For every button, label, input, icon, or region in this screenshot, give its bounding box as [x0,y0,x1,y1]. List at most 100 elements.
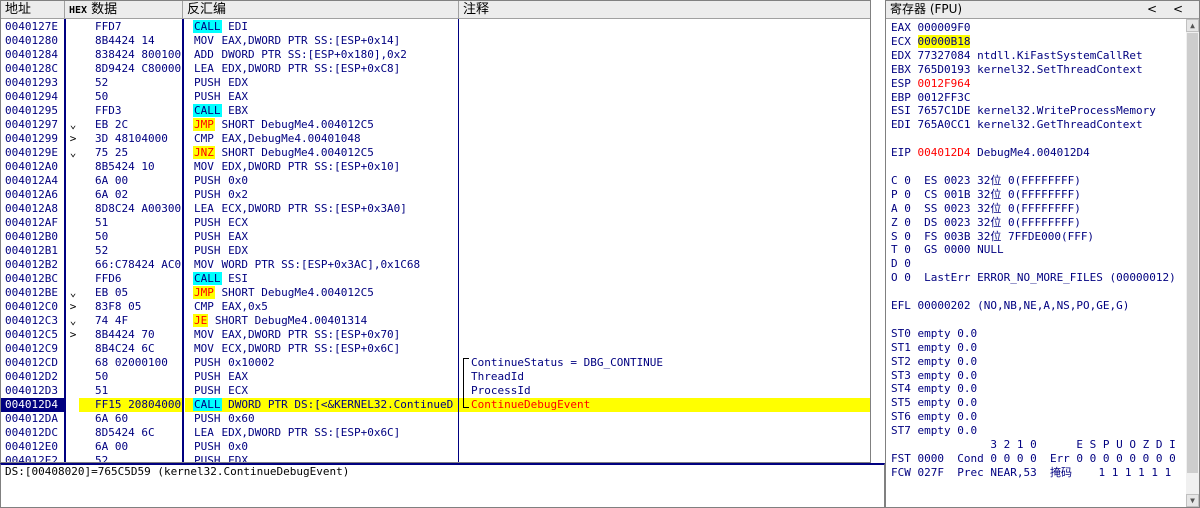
column-header-hex[interactable]: HEX 数据 [65,1,183,18]
register-text: C 0 ES 0023 32 [891,173,991,187]
disassembly-row[interactable]: 004012AF 51 PUSH ECX [1,216,870,230]
register-line[interactable]: EBP 0012FF3C [891,91,970,105]
address-cell: 00401293 [5,76,58,89]
disassembly-row[interactable]: 004012C9 8B4C24 6C MOV ECX,DWORD PTR SS:[E… [1,342,870,356]
operands: 0x0 [221,440,248,453]
disassembly-row[interactable]: 004012A0 8B5424 10 MOV EDX,DWORD PTR SS:[E… [1,160,870,174]
next-view-button[interactable]: < [1168,1,1188,18]
disassembly-row[interactable]: 004012B0 50 PUSH EAX [1,230,870,244]
jump-marker [67,76,79,90]
register-text: ST6 empty 0.0 [891,410,978,424]
operands: EAX,DWORD PTR SS:[ESP+0x14] [214,34,401,47]
column-header-disassembly[interactable]: 反汇编 [183,1,459,18]
register-line[interactable]: A 0 SS 0023 32位 0(FFFFFFFF) [891,202,1081,216]
address-cell: 00401295 [5,104,58,117]
mnemonic: JMP [193,118,215,131]
register-line[interactable]: EDX 77327084 ntdll.KiFastSystemCallRet [891,49,1143,63]
register-line[interactable]: Z 0 DS 0023 32位 0(FFFFFFFF) [891,216,1081,230]
disassembly-row[interactable]: 004012A6 6A 02 PUSH 0x2 [1,188,870,202]
registers-pane[interactable]: 寄存器 (FPU) < < ▲ ▼ EAX 000009F0 ECX 00000B… [885,0,1200,508]
disassembly-row[interactable]: 00401293 52 PUSH EDX [1,76,870,90]
register-line[interactable]: EDI 765A0CC1 kernel32.GetThreadContext [891,118,1143,132]
register-line[interactable]: 3 2 1 0 E S P U O Z D I [891,438,1175,452]
register-line[interactable]: D 0 [891,257,911,271]
register-line[interactable]: ESI 7657C1DE kernel32.WriteProcessMemory [891,104,1156,118]
mnemonic: MOV [194,160,214,173]
disassembly-row[interactable]: 004012CD 68 02000100 PUSH 0x10002 ContinueS… [1,356,870,370]
scroll-down-arrow-icon[interactable]: ▼ [1186,494,1199,507]
disassembly-row[interactable]: 004012DA 6A 60 PUSH 0x60 [1,412,870,426]
scroll-thumb[interactable] [1187,33,1198,473]
disassembly-row[interactable]: 004012BC FFD6 CALL ESI [1,272,870,286]
disassembly-row[interactable]: 00401295 FFD3 CALL EBX [1,104,870,118]
disassembly-row[interactable]: 004012A8 8D8C24 A00300 LEA ECX,DWORD PTR S… [1,202,870,216]
disassembly-row[interactable]: 004012C0 >83F8 05 CMP EAX,0x5 [1,300,870,314]
operands: 0x2 [221,188,248,201]
disassembly-row[interactable]: 004012D2 50 PUSH EAX ThreadId [1,370,870,384]
operands: EDX,DWORD PTR SS:[ESP+0x10] [214,160,401,173]
disassembly-row[interactable]: 004012D3 51 PUSH ECX ProcessId [1,384,870,398]
register-line[interactable]: ST5 empty 0.0 [891,396,977,410]
register-line[interactable]: EFL 00000202 (NO,NB,NE,A,NS,PO,GE,G) [891,299,1129,313]
register-line[interactable]: ST0 empty 0.0 [891,327,977,341]
register-line[interactable]: EBX 765D0193 kernel32.SetThreadContext [891,63,1143,77]
register-line[interactable]: FCW 027F Prec NEAR,53 掩码 1 1 1 1 1 1 [891,466,1171,480]
address-cell: 004012D2 [5,370,58,383]
registers-scrollbar[interactable]: ▲ ▼ [1186,19,1199,507]
register-line[interactable]: FST 0000 Cond 0 0 0 0 Err 0 0 0 0 0 0 0 … [891,452,1176,466]
disassembly-row[interactable]: 00401299 >3D 48104000 CMP EAX,DebugMe4.004… [1,132,870,146]
register-line[interactable]: O 0 LastErr ERROR_NO_MORE_FILES (0000001… [891,271,1176,285]
register-line[interactable]: C 0 ES 0023 32位 0(FFFFFFFF) [891,174,1081,188]
disassembly-row[interactable]: 004012DC 8D5424 6C LEA EDX,DWORD PTR SS:[E… [1,426,870,440]
disassembly-row[interactable]: 00401294 50 PUSH EAX [1,90,870,104]
operands: 0x10002 [221,356,275,369]
jump-marker [67,216,79,230]
disassembly-row[interactable]: 004012B2 66:C78424 AC0 MOV WORD PTR SS:[ES… [1,258,870,272]
register-line[interactable]: P 0 CS 001B 32位 0(FFFFFFFF) [891,188,1081,202]
disassembly-row[interactable]: 00401280 8B4424 14 MOV EAX,DWORD PTR SS:[E… [1,34,870,48]
register-line[interactable]: EAX 000009F0 [891,21,970,35]
disassembly-row[interactable]: 004012E0 6A 00 PUSH 0x0 [1,440,870,454]
disassembly-row[interactable]: 0040128C 8D9424 C80000 LEA EDX,DWORD PTR S… [1,62,870,76]
cpu-disassembly-pane[interactable]: 地址 HEX 数据 反汇编 注释 0040127E FFD7 CALL EDI 0040… [0,0,871,463]
jump-marker [67,160,79,174]
disassembly-row[interactable]: 004012A4 6A 00 PUSH 0x0 [1,174,870,188]
disassembly-row[interactable]: 004012D4 FF15 20804000 CALL DWORD PTR DS:[… [1,398,870,412]
register-line[interactable]: EIP 004012D4 DebugMe4.004012D4 [891,146,1090,160]
hex-bytes-cell: 6A 00 [95,440,129,453]
register-line[interactable]: ESP 0012F964 [891,77,970,91]
operands: 0x60 [221,412,255,425]
register-line[interactable]: ST7 empty 0.0 [891,424,977,438]
register-line[interactable]: ST6 empty 0.0 [891,410,977,424]
register-line[interactable]: ECX 00000B18 [891,34,971,49]
register-line[interactable]: ST4 empty 0.0 [891,382,977,396]
column-header-comment[interactable]: 注释 [459,1,870,18]
hex-bytes-cell: 6A 00 [95,174,129,187]
disassembly-row[interactable]: 0040127E FFD7 CALL EDI [1,20,870,34]
disassembly-row[interactable]: 00401284 838424 800100 ADD DWORD PTR SS:[E… [1,48,870,62]
register-line[interactable]: ST3 empty 0.0 [891,369,977,383]
disassembly-row[interactable]: 004012BE ⌄ EB 05 JMP SHORT DebugMe4.004012C… [1,286,870,300]
disassembly-row[interactable]: 004012C5 >8B4424 70 MOV EAX,DWORD PTR SS:[… [1,328,870,342]
disassembly-row[interactable]: 004012C3 ⌄ 74 4F JE SHORT DebugMe4.00401314 [1,314,870,328]
scroll-up-arrow-icon[interactable]: ▲ [1186,19,1199,32]
disassembly-row[interactable]: 0040129E ⌄ 75 25 JNZ SHORT DebugMe4.004012C… [1,146,870,160]
register-line[interactable]: ST1 empty 0.0 [891,341,977,355]
register-text: 0012F964 [917,76,971,90]
operands: ECX,DWORD PTR SS:[ESP+0x3A0] [214,202,407,215]
disassembly-row[interactable]: 00401297 ⌄ EB 2C JMP SHORT DebugMe4.004012C… [1,118,870,132]
comment-cell [459,174,870,188]
hex-bytes-cell: 8D8C24 A00300 [95,202,182,215]
address-cell: 004012B2 [5,258,58,271]
register-line[interactable]: T 0 GS 0000 NULL [891,243,1004,257]
instruction-cell: ADD DWORD PTR SS:[ESP+0x180],0x2 [185,48,458,62]
disassembly-row[interactable]: 004012E2 52 PUSH EDX [1,454,870,462]
register-line[interactable]: S 0 FS 003B 32位 7FFDE000(FFF) [891,230,1094,244]
column-header-address[interactable]: 地址 [1,1,65,18]
disassembly-row[interactable]: 004012B1 52 PUSH EDX [1,244,870,258]
prev-view-button[interactable]: < [1142,1,1162,18]
register-text: 77327084 [917,48,971,62]
instruction-cell: CMP EAX,0x5 [185,300,458,314]
register-line[interactable]: ST2 empty 0.0 [891,355,977,369]
register-text: O 0 LastErr ERROR_NO_MORE_FILES (0000001… [891,271,1176,285]
